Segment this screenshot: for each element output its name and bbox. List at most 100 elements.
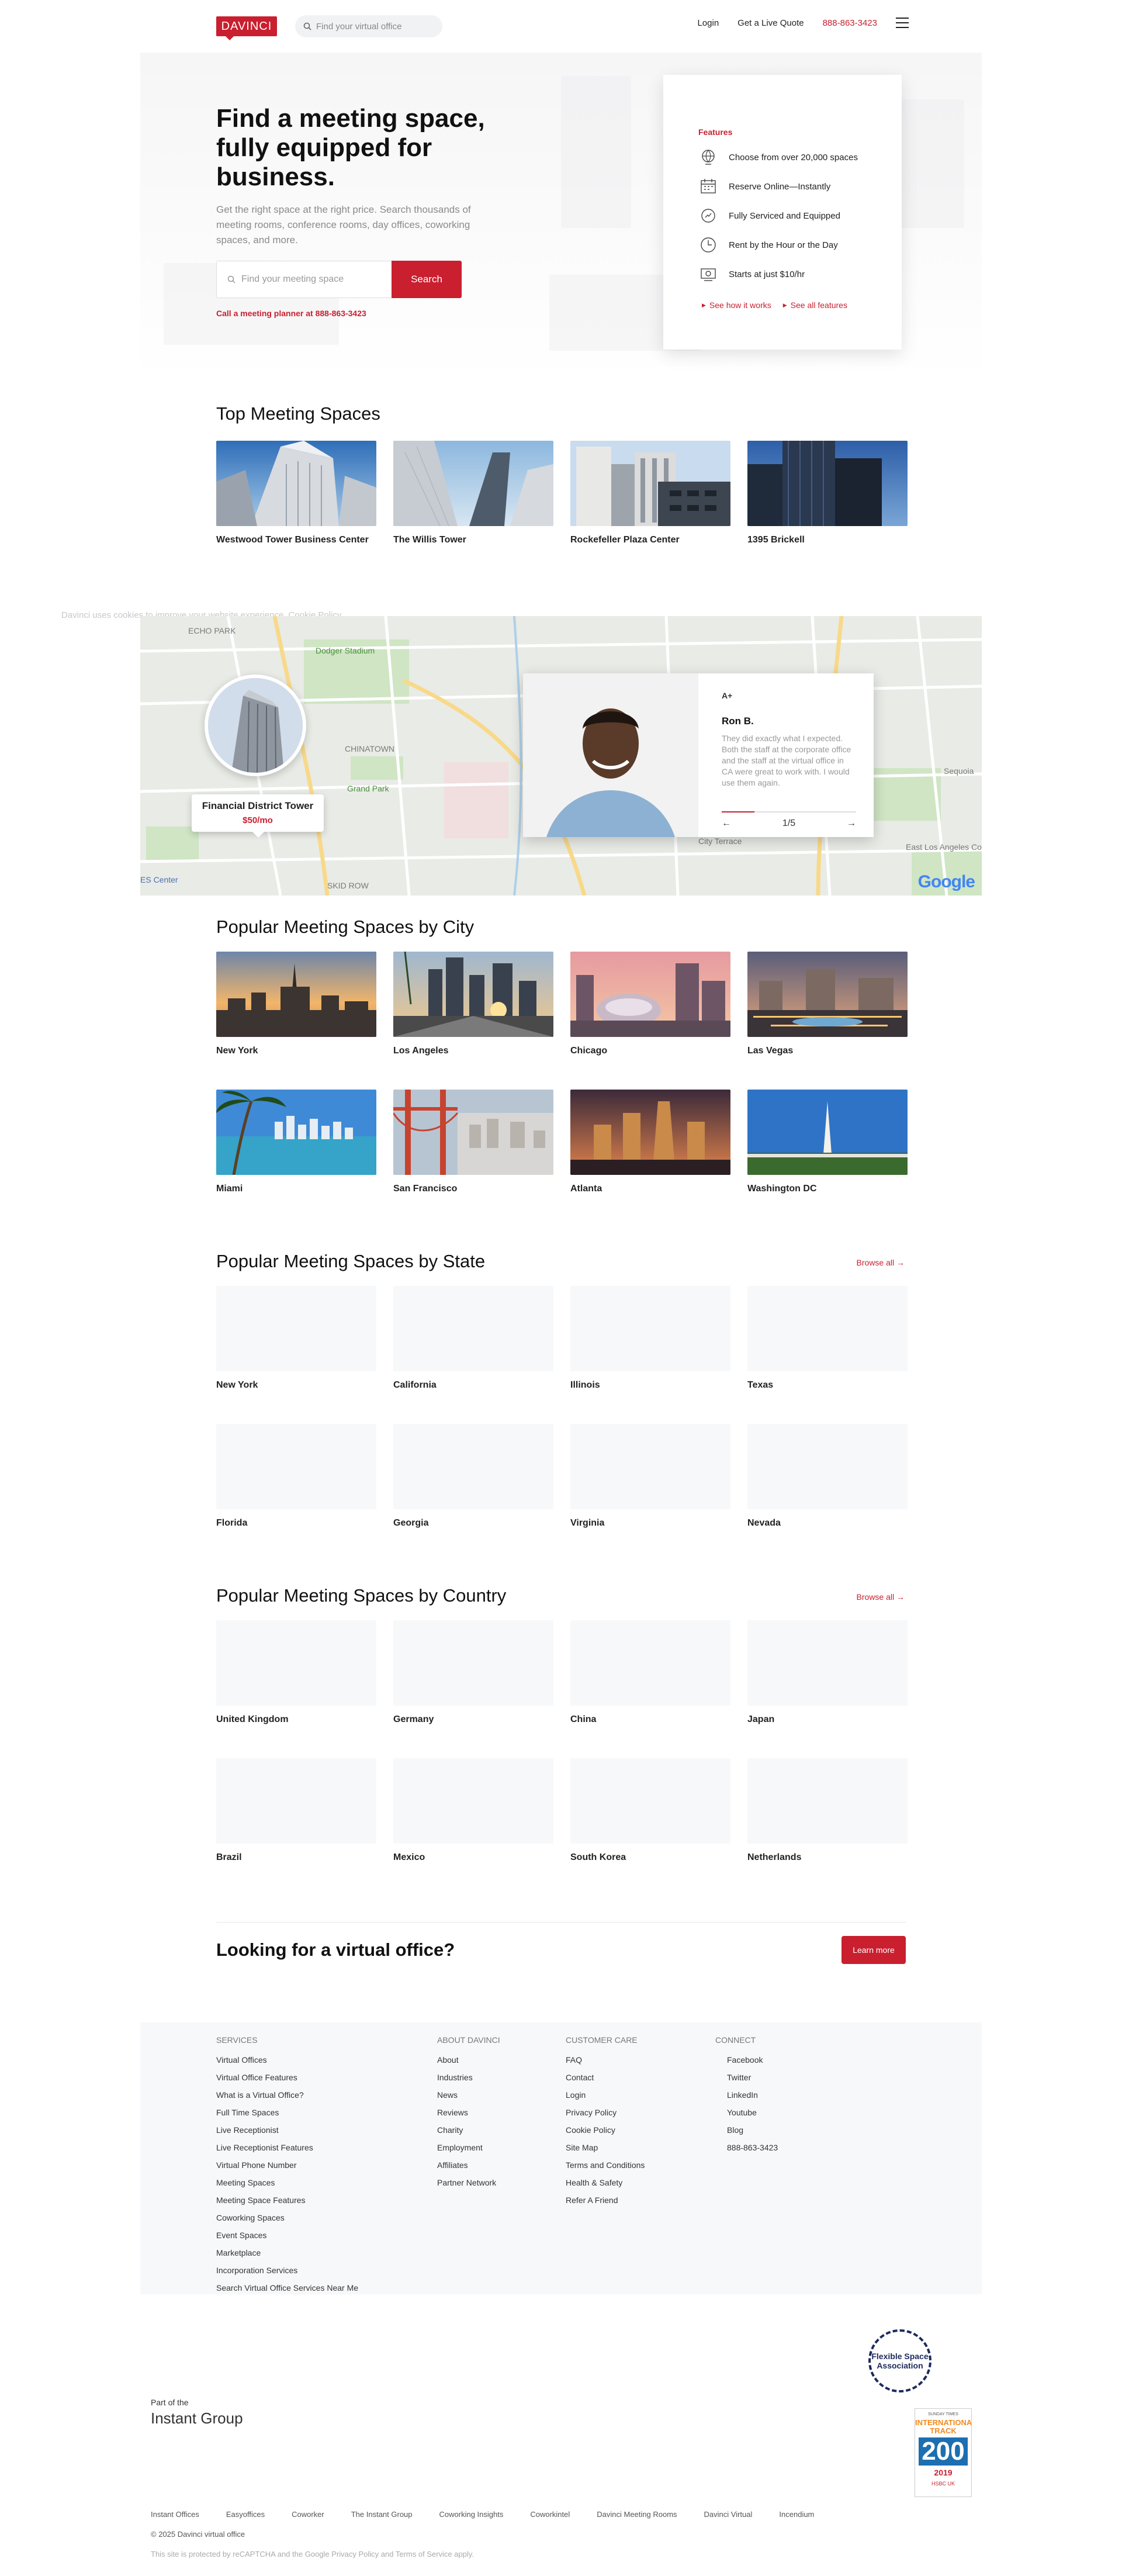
footer-link[interactable]: Health & Safety [566,2174,645,2191]
country-card[interactable]: Netherlands [747,1758,908,1863]
state-card[interactable]: Florida [216,1424,376,1529]
footer-link[interactable]: Reviews [437,2104,500,2121]
city-card[interactable]: New York [216,952,376,1057]
footer-link[interactable]: Industries [437,2069,500,2086]
footer-link[interactable]: Coworking Spaces [216,2209,358,2226]
country-name: Germany [393,1714,434,1724]
meeting-planner-link[interactable]: Call a meeting planner at 888-863-3423 [216,309,366,318]
footer-link[interactable]: What is a Virtual Office? [216,2086,358,2104]
footer-link[interactable]: Marketplace [216,2244,358,2262]
city-card[interactable]: Los Angeles [393,952,553,1057]
country-card[interactable]: Germany [393,1620,553,1726]
state-card[interactable]: Illinois [570,1286,730,1391]
space-card[interactable]: Rockefeller Plaza Center [570,441,730,546]
footer-link[interactable]: Virtual Office Features [216,2069,358,2086]
arrow-right-icon[interactable]: → [847,818,856,829]
login-link[interactable]: Login [697,18,719,28]
partner-link[interactable]: Davinci Meeting Rooms [597,2510,677,2519]
see-how-it-works-link[interactable]: See how it works [702,300,771,310]
city-card[interactable]: Miami [216,1090,376,1195]
city-name: Washington DC [747,1184,817,1194]
partner-link[interactable]: Davinci Virtual [704,2510,753,2519]
country-card[interactable]: Mexico [393,1758,553,1863]
blog-link[interactable]: Blog [715,2121,778,2139]
twitter-link[interactable]: Twitter [715,2069,778,2086]
country-card[interactable]: Brazil [216,1758,376,1863]
footer-link[interactable]: Contact [566,2069,645,2086]
states-browse-all-link[interactable]: Browse all → [857,1258,905,1267]
footer-link[interactable]: Meeting Space Features [216,2191,358,2209]
footer-link[interactable]: Employment [437,2139,500,2156]
country-card[interactable]: United Kingdom [216,1620,376,1726]
footer-link[interactable]: Virtual Offices [216,2051,358,2069]
footer-link[interactable]: Meeting Spaces [216,2174,358,2191]
space-card[interactable]: 1395 Brickell [747,441,908,546]
country-image [216,1758,376,1844]
country-name: United Kingdom [216,1714,289,1724]
footer-link[interactable]: Live Receptionist [216,2121,358,2139]
footer-phone-link[interactable]: 888-863-3423 [715,2139,778,2156]
state-card[interactable]: Virginia [570,1424,730,1529]
footer-link[interactable]: Refer A Friend [566,2191,645,2209]
header-search-input[interactable]: Find your virtual office [295,15,442,37]
office-bubble[interactable] [205,675,306,776]
partner-link[interactable]: Instant Offices [151,2510,199,2519]
footer-link[interactable]: Full Time Spaces [216,2104,358,2121]
recaptcha-notice: This site is protected by reCAPTCHA and … [151,2550,474,2558]
partner-link[interactable]: Easyoffices [226,2510,265,2519]
footer-link[interactable]: Login [566,2086,645,2104]
footer-link[interactable]: News [437,2086,500,2104]
state-card[interactable]: Nevada [747,1424,908,1529]
footer-link[interactable]: Incorporation Services [216,2262,358,2279]
city-card[interactable]: Atlanta [570,1090,730,1195]
city-card[interactable]: San Francisco [393,1090,553,1195]
country-card[interactable]: Japan [747,1620,908,1726]
footer-link[interactable]: Terms and Conditions [566,2156,645,2174]
meeting-space-search-placeholder: Find your meeting space [241,274,344,284]
country-card[interactable]: South Korea [570,1758,730,1863]
instant-group-logo[interactable]: Instant Group [151,2409,243,2428]
space-card[interactable]: The Willis Tower [393,441,553,546]
city-card[interactable]: Las Vegas [747,952,908,1057]
footer-link[interactable]: About [437,2051,500,2069]
city-card[interactable]: Chicago [570,952,730,1057]
hamburger-icon[interactable] [896,18,909,28]
live-quote-link[interactable]: Get a Live Quote [737,18,804,28]
footer-link[interactable]: Privacy Policy [566,2104,645,2121]
footer-link[interactable]: Event Spaces [216,2226,358,2244]
footer-link[interactable]: Charity [437,2121,500,2139]
hero-title: Find a meeting space, fully equipped for… [216,104,485,191]
facebook-link[interactable]: Facebook [715,2051,778,2069]
learn-more-button[interactable]: Learn more [842,1936,906,1964]
see-all-features-link[interactable]: See all features [783,300,847,310]
partner-link[interactable]: The Instant Group [351,2510,413,2519]
meeting-space-search-input[interactable]: Find your meeting space [216,261,392,298]
city-card[interactable]: Washington DC [747,1090,908,1195]
arrow-left-icon[interactable]: ← [722,818,731,829]
state-card[interactable]: California [393,1286,553,1391]
office-price-pin[interactable]: Financial District Tower $50/mo [192,794,324,838]
footer-link[interactable]: Search Virtual Office Services Near Me [216,2279,358,2297]
davinci-logo[interactable]: DAVINCI [216,16,277,40]
youtube-link[interactable]: Youtube [715,2104,778,2121]
footer-link[interactable]: Site Map [566,2139,645,2156]
countries-browse-all-link[interactable]: Browse all → [857,1592,905,1602]
footer-link[interactable]: Affiliates [437,2156,500,2174]
partner-link[interactable]: Coworkintel [530,2510,570,2519]
search-button[interactable]: Search [392,261,462,298]
partner-link[interactable]: Incendium [779,2510,814,2519]
footer-link[interactable]: Cookie Policy [566,2121,645,2139]
state-card[interactable]: New York [216,1286,376,1391]
footer-link[interactable]: FAQ [566,2051,645,2069]
footer-link[interactable]: Live Receptionist Features [216,2139,358,2156]
phone-link[interactable]: 888-863-3423 [823,18,877,28]
partner-link[interactable]: Coworking Insights [439,2510,504,2519]
state-card[interactable]: Georgia [393,1424,553,1529]
partner-link[interactable]: Coworker [292,2510,324,2519]
state-card[interactable]: Texas [747,1286,908,1391]
linkedin-link[interactable]: LinkedIn [715,2086,778,2104]
country-card[interactable]: China [570,1620,730,1726]
footer-link[interactable]: Virtual Phone Number [216,2156,358,2174]
space-card[interactable]: Westwood Tower Business Center [216,441,376,546]
footer-link[interactable]: Partner Network [437,2174,500,2191]
